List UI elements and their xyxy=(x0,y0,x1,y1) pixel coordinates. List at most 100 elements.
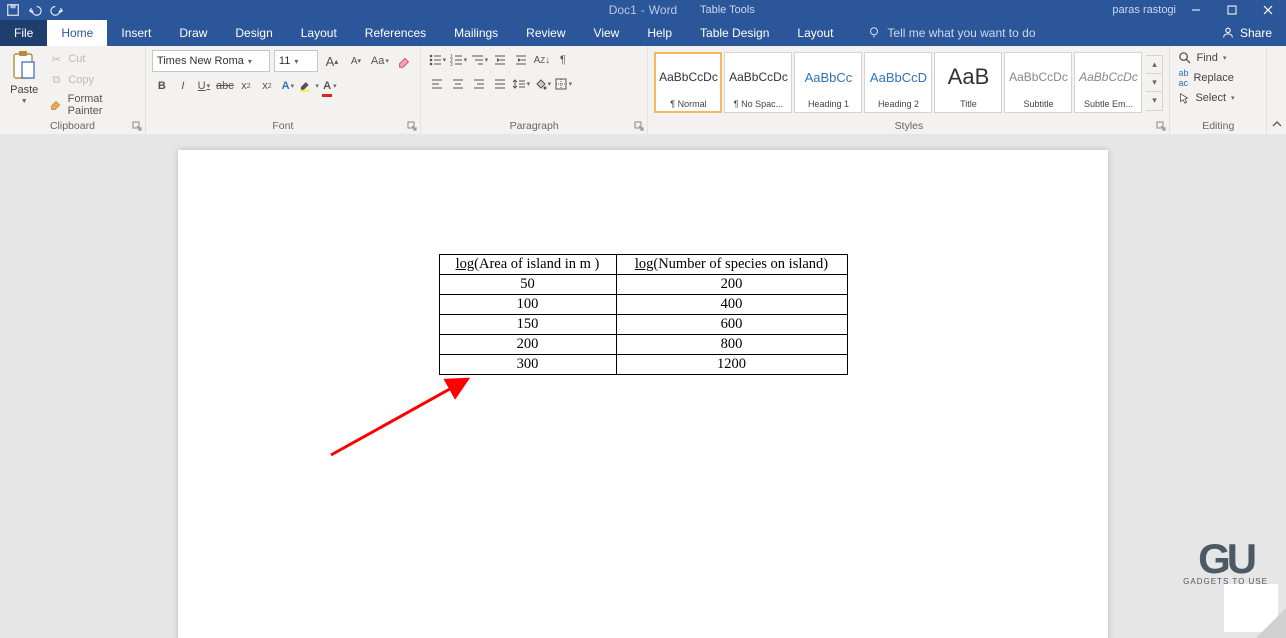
font-color-button[interactable]: A▾ xyxy=(320,76,340,96)
document-canvas[interactable]: log(Area of island in m ) log(Number of … xyxy=(0,134,1286,638)
style-heading-2[interactable]: AaBbCcDHeading 2 xyxy=(864,52,932,113)
share-button[interactable]: Share xyxy=(1207,20,1286,46)
copy-icon: ⧉ xyxy=(48,72,64,88)
tab-help[interactable]: Help xyxy=(633,20,686,46)
tab-draw[interactable]: Draw xyxy=(165,20,221,46)
paint-bucket-icon xyxy=(533,77,547,91)
tab-view[interactable]: View xyxy=(580,20,634,46)
undo-icon[interactable] xyxy=(28,3,42,17)
gallery-up-icon[interactable]: ▴ xyxy=(1146,56,1162,73)
group-label-font: Font xyxy=(152,120,414,134)
change-case-button[interactable]: Aa▾ xyxy=(370,51,390,71)
group-styles: AaBbCcDc¶ Normal AaBbCcDc¶ No Spac... Aa… xyxy=(648,46,1170,134)
header-cell-area[interactable]: log(Area of island in m ) xyxy=(439,255,616,275)
style-no-spacing[interactable]: AaBbCcDc¶ No Spac... xyxy=(724,52,792,113)
clear-formatting-button[interactable] xyxy=(394,51,414,71)
format-painter-button[interactable]: Format Painter xyxy=(46,92,139,118)
justify-button[interactable] xyxy=(490,74,510,94)
font-size-combo[interactable]: 11▾ xyxy=(274,50,318,72)
header-cell-species[interactable]: log(Number of species on island) xyxy=(616,255,847,275)
table-row[interactable]: 100400 xyxy=(439,295,847,315)
bullets-button[interactable]: ▾ xyxy=(427,50,447,70)
style-heading-1[interactable]: AaBbCcHeading 1 xyxy=(794,52,862,113)
table-row[interactable]: 200800 xyxy=(439,335,847,355)
find-button[interactable]: Find ▾ xyxy=(1176,50,1260,65)
select-label: Select xyxy=(1195,92,1226,104)
strikethrough-button[interactable]: abc xyxy=(215,76,235,96)
group-label-editing: Editing xyxy=(1176,120,1260,134)
tab-mailings[interactable]: Mailings xyxy=(440,20,512,46)
underline-button[interactable]: U▾ xyxy=(194,76,214,96)
increase-indent-button[interactable] xyxy=(511,50,531,70)
ribbon: Paste ▼ ✂ Cut ⧉ Copy xyxy=(0,46,1286,135)
align-center-button[interactable] xyxy=(448,74,468,94)
page[interactable]: log(Area of island in m ) log(Number of … xyxy=(178,150,1108,638)
tab-table-design[interactable]: Table Design xyxy=(686,20,783,46)
style-title[interactable]: AaBTitle xyxy=(934,52,1002,113)
show-marks-button[interactable]: ¶ xyxy=(553,50,573,70)
subscript-button[interactable]: x2 xyxy=(236,76,256,96)
contextual-tab-label: Table Tools xyxy=(700,4,755,16)
minimize-button[interactable] xyxy=(1178,0,1214,20)
table-row[interactable]: 3001200 xyxy=(439,355,847,375)
numbering-button[interactable]: 123▾ xyxy=(448,50,468,70)
table-header-row[interactable]: log(Area of island in m ) log(Number of … xyxy=(439,255,847,275)
save-icon[interactable] xyxy=(6,3,20,17)
grow-font-button[interactable]: A▴ xyxy=(322,51,342,71)
gallery-more-icon[interactable]: ▾ xyxy=(1146,91,1162,109)
search-icon xyxy=(1178,51,1191,64)
font-size-value: 11 xyxy=(279,55,290,67)
highlight-button[interactable]: ▾ xyxy=(299,76,319,96)
style-subtle-emphasis[interactable]: AaBbCcDcSubtle Em... xyxy=(1074,52,1142,113)
decrease-indent-button[interactable] xyxy=(490,50,510,70)
superscript-button[interactable]: x2 xyxy=(257,76,277,96)
group-paragraph: ▾ 123▾ ▾ AZ↓ ¶ ▾ ▾ ▾ Par xyxy=(421,46,649,134)
shrink-font-button[interactable]: A▾ xyxy=(346,51,366,71)
cut-button[interactable]: ✂ Cut xyxy=(46,50,139,68)
styles-gallery[interactable]: AaBbCcDc¶ Normal AaBbCcDc¶ No Spac... Aa… xyxy=(654,52,1142,113)
replace-icon: abac xyxy=(1178,68,1188,88)
gallery-down-icon[interactable]: ▾ xyxy=(1146,73,1162,91)
table-row[interactable]: 150600 xyxy=(439,315,847,335)
group-editing: Find ▾ abac Replace Select ▾ Editing xyxy=(1170,46,1267,134)
replace-button[interactable]: abac Replace xyxy=(1176,67,1260,89)
shading-button[interactable]: ▾ xyxy=(532,74,552,94)
styles-gallery-expand[interactable]: ▴ ▾ ▾ xyxy=(1146,55,1163,111)
tab-review[interactable]: Review xyxy=(512,20,579,46)
collapse-ribbon-button[interactable] xyxy=(1267,46,1286,134)
tab-table-layout[interactable]: Layout xyxy=(783,20,847,46)
data-table[interactable]: log(Area of island in m ) log(Number of … xyxy=(439,254,848,375)
table-row[interactable]: 50200 xyxy=(439,275,847,295)
sort-button[interactable]: AZ↓ xyxy=(532,50,552,70)
paragraph-launcher-icon[interactable] xyxy=(634,121,644,131)
redo-icon[interactable] xyxy=(50,3,64,17)
tab-layout[interactable]: Layout xyxy=(287,20,351,46)
close-button[interactable] xyxy=(1250,0,1286,20)
copy-button[interactable]: ⧉ Copy xyxy=(46,71,139,89)
tab-references[interactable]: References xyxy=(351,20,440,46)
text-effects-button[interactable]: A▾ xyxy=(278,76,298,96)
style-subtitle[interactable]: AaBbCcDcSubtitle xyxy=(1004,52,1072,113)
font-launcher-icon[interactable] xyxy=(407,121,417,131)
multilevel-list-button[interactable]: ▾ xyxy=(469,50,489,70)
maximize-button[interactable] xyxy=(1214,0,1250,20)
tell-me-search[interactable]: Tell me what you want to do xyxy=(867,20,1035,46)
font-name-combo[interactable]: Times New Roma▾ xyxy=(152,50,270,72)
clipboard-launcher-icon[interactable] xyxy=(132,121,142,131)
tab-insert[interactable]: Insert xyxy=(107,20,165,46)
line-spacing-button[interactable]: ▾ xyxy=(511,74,531,94)
align-left-button[interactable] xyxy=(427,74,447,94)
tab-design[interactable]: Design xyxy=(221,20,286,46)
italic-button[interactable]: I xyxy=(173,76,193,96)
styles-launcher-icon[interactable] xyxy=(1156,121,1166,131)
tab-home[interactable]: Home xyxy=(47,20,107,46)
select-button[interactable]: Select ▾ xyxy=(1176,91,1260,105)
paste-button[interactable]: Paste ▼ xyxy=(6,50,42,105)
bold-button[interactable]: B xyxy=(152,76,172,96)
lightbulb-icon xyxy=(867,26,881,40)
chevron-up-icon xyxy=(1271,118,1283,130)
style-normal[interactable]: AaBbCcDc¶ Normal xyxy=(654,52,722,113)
align-right-button[interactable] xyxy=(469,74,489,94)
borders-button[interactable]: ▾ xyxy=(553,74,573,94)
tab-file[interactable]: File xyxy=(0,20,47,46)
